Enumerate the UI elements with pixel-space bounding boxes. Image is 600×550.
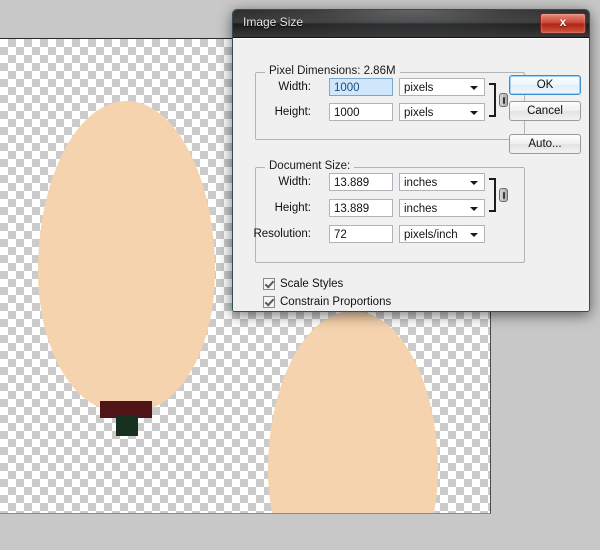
ok-button[interactable]: OK	[509, 75, 581, 95]
pixel-width-input[interactable]: 1000	[329, 78, 393, 96]
auto-button[interactable]: Auto...	[509, 134, 581, 154]
resolution-unit-value: pixels/inch	[404, 229, 458, 241]
chevron-down-icon	[470, 181, 478, 185]
doc-width-label: Width:	[278, 176, 311, 188]
scale-styles-checkbox[interactable]: Scale Styles	[263, 278, 343, 290]
doc-height-label: Height:	[274, 202, 311, 214]
dialog-titlebar[interactable]: Image Size x	[233, 10, 589, 38]
pixel-height-input[interactable]: 1000	[329, 103, 393, 121]
chevron-down-icon	[470, 233, 478, 237]
pixel-width-unit-select[interactable]: pixels	[399, 78, 485, 96]
doc-height-unit-select[interactable]: inches	[399, 199, 485, 217]
scale-styles-label: Scale Styles	[280, 278, 344, 290]
cancel-button[interactable]: Cancel	[509, 101, 581, 121]
resolution-unit-select[interactable]: pixels/inch	[399, 225, 485, 243]
chevron-down-icon	[470, 86, 478, 90]
pixel-height-unit-select[interactable]: pixels	[399, 103, 485, 121]
dialog-title: Image Size	[243, 15, 304, 29]
pixel-width-label: Width:	[278, 81, 311, 93]
doc-height-input[interactable]: 13.889	[329, 199, 393, 217]
pixel-dimensions-label: Pixel Dimensions: 2.86M	[265, 65, 400, 77]
doc-width-unit-value: inches	[404, 177, 438, 189]
pixel-constrain-bracket	[489, 83, 496, 117]
shape-green-stem	[116, 416, 138, 436]
chevron-down-icon	[470, 111, 478, 115]
shape-body	[38, 101, 215, 411]
constrain-proportions-checkbox[interactable]: Constrain Proportions	[263, 296, 391, 308]
pixel-height-label: Height:	[274, 106, 311, 118]
image-size-dialog: Image Size x Pixel Dimensions: 2.86M Wid…	[232, 9, 590, 312]
document-size-label: Document Size:	[265, 160, 355, 172]
pixel-height-unit-value: pixels	[404, 107, 434, 119]
pixel-width-unit-value: pixels	[404, 82, 434, 94]
chevron-down-icon	[470, 207, 478, 211]
canvas-shape-small[interactable]	[268, 311, 438, 513]
doc-width-unit-select[interactable]: inches	[399, 173, 485, 191]
resolution-input[interactable]: 72	[329, 225, 393, 243]
close-icon-glyph: x	[559, 15, 567, 29]
dialog-body: Pixel Dimensions: 2.86M Width: 1000 pixe…	[233, 38, 589, 311]
chain-link-icon	[499, 93, 508, 107]
chain-link-icon	[499, 188, 508, 202]
doc-height-unit-value: inches	[404, 203, 438, 215]
app-window: Image Size x Pixel Dimensions: 2.86M Wid…	[0, 0, 600, 550]
scale-styles-checkbox-box[interactable]	[263, 278, 275, 290]
shape-body	[268, 311, 438, 513]
resolution-label: Resolution:	[253, 228, 311, 240]
doc-width-input[interactable]: 13.889	[329, 173, 393, 191]
doc-constrain-bracket	[489, 178, 496, 212]
constrain-proportions-label: Constrain Proportions	[280, 296, 392, 308]
close-icon[interactable]: x	[540, 13, 586, 34]
constrain-proportions-checkbox-box[interactable]	[263, 296, 275, 308]
canvas-shape-large[interactable]	[38, 101, 215, 441]
